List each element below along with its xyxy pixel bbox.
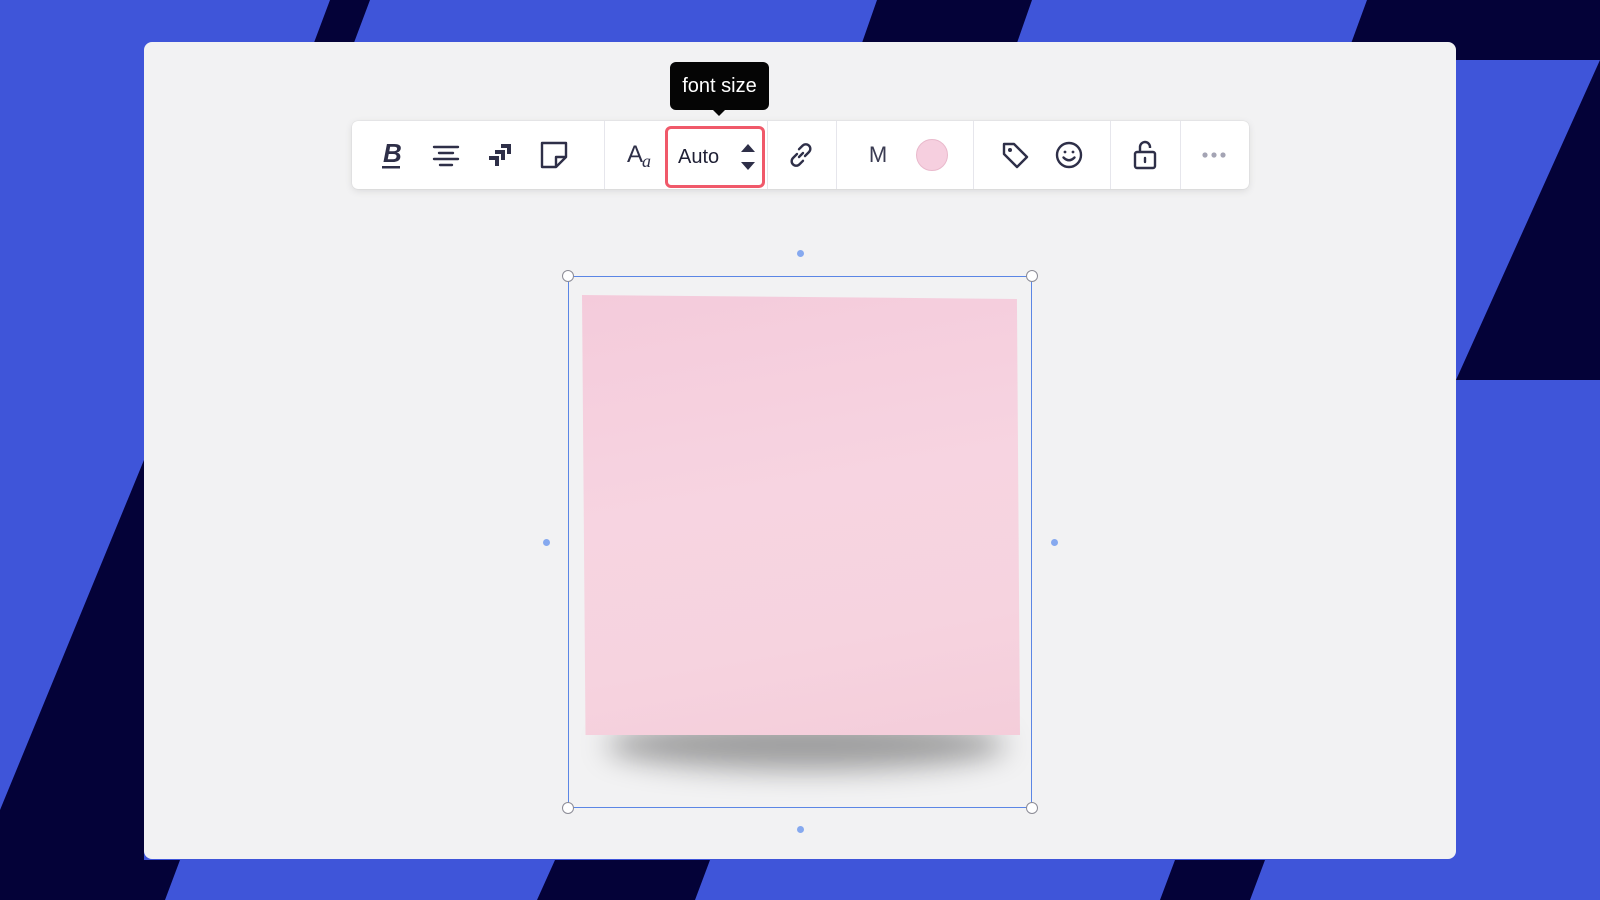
font-size-decrease-button[interactable] [738, 158, 758, 174]
align-button[interactable] [422, 131, 470, 179]
toolbar-divider [836, 121, 837, 189]
font-size-field [665, 126, 765, 188]
resize-handle-bottom-right[interactable] [1026, 802, 1038, 814]
svg-text:A: A [627, 141, 643, 168]
more-options-button[interactable] [1190, 131, 1238, 179]
font-icon: A a [627, 141, 651, 170]
toolbar-divider [1110, 121, 1111, 189]
sticky-size-label: M [868, 142, 888, 167]
bold-button[interactable]: B [368, 131, 416, 179]
emoji-icon [1055, 141, 1083, 169]
resize-handle-top-right[interactable] [1026, 270, 1038, 282]
caret-down-icon [741, 162, 755, 170]
font-size-tooltip: font size [670, 62, 769, 110]
font-size-increase-button[interactable] [738, 140, 758, 156]
color-swatch [916, 139, 948, 171]
sticky-note-icon [540, 141, 568, 169]
tag-icon [1002, 142, 1029, 169]
connector-point-right[interactable] [1051, 539, 1058, 546]
sticky-color-button[interactable] [908, 131, 956, 179]
toolbar-divider [1180, 121, 1181, 189]
link-icon [790, 143, 812, 167]
tooltip-text: font size [682, 74, 757, 97]
sticky-size-button[interactable]: M [854, 131, 902, 179]
unlock-icon [1133, 140, 1157, 170]
align-center-icon [432, 145, 460, 167]
link-button[interactable] [777, 131, 825, 179]
more-icon [1202, 152, 1226, 158]
toolbar-divider [973, 121, 974, 189]
jira-icon [489, 144, 511, 166]
selection-frame [568, 276, 1032, 808]
tag-button[interactable] [991, 131, 1039, 179]
connector-point-bottom[interactable] [797, 826, 804, 833]
bold-icon: B [382, 140, 402, 169]
sticky-shape-button[interactable] [530, 131, 578, 179]
svg-text:B: B [383, 140, 402, 168]
font-size-stepper [738, 139, 758, 175]
jira-button[interactable] [476, 131, 524, 179]
resize-handle-bottom-left[interactable] [562, 802, 574, 814]
toolbar-divider [604, 121, 605, 189]
font-size-input[interactable] [678, 143, 730, 171]
context-toolbar: B A a Auto M [352, 121, 1249, 189]
connector-point-left[interactable] [543, 539, 550, 546]
caret-up-icon [741, 144, 755, 152]
connector-point-top[interactable] [797, 250, 804, 257]
tooltip-arrow [711, 108, 727, 116]
toolbar-divider [767, 121, 768, 189]
svg-text:a: a [642, 151, 651, 170]
font-button[interactable]: A a [618, 131, 666, 179]
resize-handle-top-left[interactable] [562, 270, 574, 282]
lock-button[interactable] [1121, 131, 1169, 179]
reaction-button[interactable] [1045, 131, 1093, 179]
